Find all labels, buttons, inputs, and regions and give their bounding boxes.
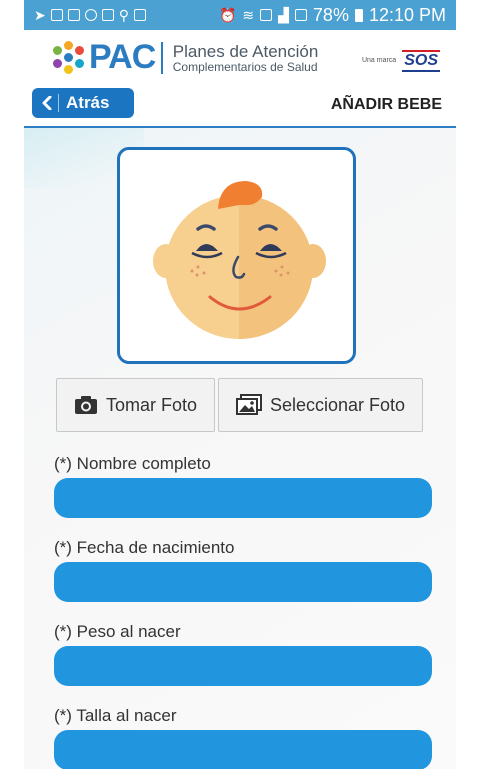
take-photo-button[interactable]: Tomar Foto <box>56 378 215 432</box>
sos-logo: SOS <box>402 50 440 72</box>
gallery-icon <box>235 394 262 415</box>
image-icon <box>101 9 114 21</box>
data-signal-icon <box>294 9 307 21</box>
chevron-left-icon <box>42 96 52 110</box>
full-name-input[interactable] <box>54 478 432 518</box>
battery-percent: 78% <box>312 4 349 25</box>
birth-date-label: (*) Fecha de nacimiento <box>54 538 235 557</box>
back-button[interactable]: Atrás <box>32 88 134 118</box>
page-title: AÑADIR BEBE <box>330 96 442 113</box>
email-icon <box>67 9 80 21</box>
navigation-icon: ➤ <box>34 6 46 23</box>
camera-icon <box>74 396 97 414</box>
nfc-icon <box>260 9 273 21</box>
phone-screen: ➤ ⚲ ⏰ ≋ ▟ 78% 12:10 PM PAC Planes de Ate… <box>24 0 456 769</box>
back-divider <box>58 94 59 112</box>
alarm-icon: ⏰ <box>218 6 237 23</box>
brand-prefix: Una marca <box>361 57 397 65</box>
tagline-line2: Complementarios de Salud <box>172 59 318 74</box>
logo-divider <box>161 41 163 74</box>
usb-icon: ⚲ <box>118 6 129 23</box>
birth-date-input[interactable] <box>54 562 432 602</box>
birth-weight-label: (*) Peso al nacer <box>54 622 181 641</box>
select-photo-label: Seleccionar Foto <box>269 394 406 415</box>
birth-length-label: (*) Talla al nacer <box>54 706 177 725</box>
full-name-label: (*) Nombre completo <box>54 454 211 473</box>
app-header: PAC Planes de Atención Complementarios d… <box>24 30 456 84</box>
birth-length-input[interactable] <box>54 730 432 769</box>
clock: 12:10 PM <box>368 4 446 25</box>
form-content: Tomar Foto Seleccionar Foto (*) Nombre c… <box>24 128 456 769</box>
logo-dots-icon <box>52 40 86 75</box>
tagline-line1: Planes de Atención <box>172 41 319 61</box>
select-photo-button[interactable]: Seleccionar Foto <box>218 378 423 432</box>
birth-weight-input[interactable] <box>54 646 432 686</box>
gallery-icon <box>50 9 63 21</box>
battery-icon <box>354 8 363 22</box>
signal-icon: ▟ <box>278 6 289 23</box>
back-label: Atrás <box>66 93 110 112</box>
baby-face-icon <box>153 181 326 339</box>
notification-icons: ➤ ⚲ <box>34 7 146 24</box>
baby-photo-frame[interactable] <box>117 147 356 364</box>
pac-logo: PAC Planes de Atención Complementarios d… <box>52 38 318 77</box>
take-photo-label: Tomar Foto <box>105 394 198 415</box>
media-icon <box>134 9 146 21</box>
status-right: ⏰ ≋ ▟ 78% 12:10 PM <box>219 5 446 26</box>
nav-bar: Atrás AÑADIR BEBE <box>24 86 456 128</box>
messenger-icon <box>84 9 97 21</box>
tagline: Planes de Atención Complementarios de Sa… <box>173 43 319 73</box>
logo-text: PAC <box>89 38 156 76</box>
status-bar: ➤ ⚲ ⏰ ≋ ▟ 78% 12:10 PM <box>24 0 456 30</box>
sos-brand: Una marca SOS <box>362 50 440 72</box>
wifi-icon: ≋ <box>242 6 255 23</box>
